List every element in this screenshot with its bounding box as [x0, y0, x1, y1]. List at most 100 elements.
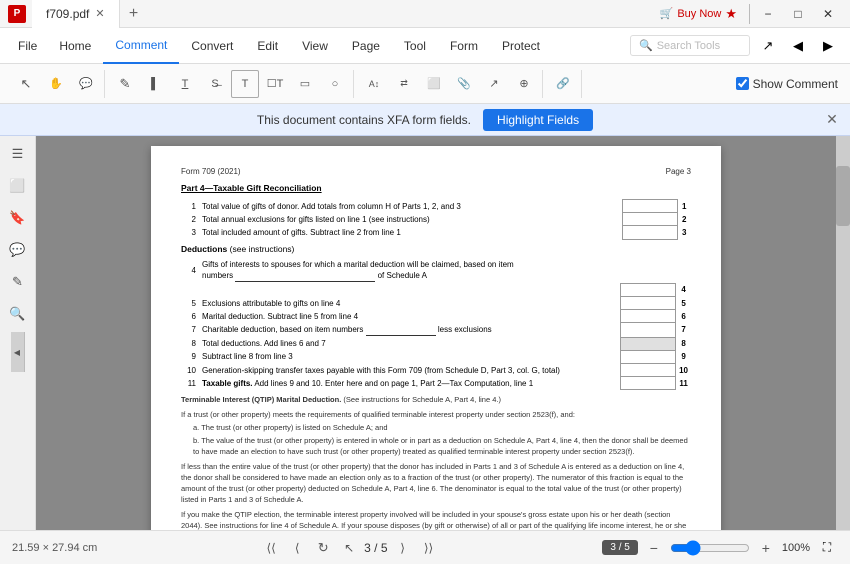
- cursor-icon[interactable]: ↖: [338, 537, 360, 559]
- menu-bar: File Home Comment Convert Edit View Page…: [0, 28, 850, 64]
- tab-f709[interactable]: f709.pdf ✕: [32, 0, 120, 28]
- fit-page-button[interactable]: ⛶: [816, 537, 838, 559]
- nav-back-icon[interactable]: ◀: [784, 32, 812, 60]
- table-row: 11 Taxable gifts. Add lines 9 and 10. En…: [181, 377, 691, 390]
- menu-edit[interactable]: Edit: [245, 28, 290, 64]
- strikethrough-icon[interactable]: S̶: [201, 70, 229, 98]
- table-row: 3 Total included amount of gifts. Subtra…: [181, 226, 691, 239]
- show-comment-label: Show Comment: [753, 77, 838, 91]
- minimize-button[interactable]: −: [754, 0, 782, 28]
- search-box[interactable]: 🔍 Search Tools: [630, 35, 750, 56]
- page-dimensions: 21.59 × 27.94 cm: [12, 542, 97, 554]
- shape-icon[interactable]: ○: [321, 70, 349, 98]
- part4-title: Part 4—Taxable Gift Reconciliation: [181, 183, 691, 195]
- right-scrollbar[interactable]: [836, 136, 850, 530]
- insert-text-icon[interactable]: A↕: [360, 70, 388, 98]
- table-row: 10 Generation-skipping transfer taxes pa…: [181, 364, 691, 377]
- notification-message: This document contains XFA form fields.: [257, 113, 471, 127]
- title-bar-left: P f709.pdf ✕ +: [8, 0, 148, 28]
- tab-close-icon[interactable]: ✕: [95, 7, 104, 20]
- first-page-button[interactable]: ⟨⟨: [260, 537, 282, 559]
- highlight-icon[interactable]: ▌: [141, 70, 169, 98]
- app-icon: P: [8, 5, 26, 23]
- highlight-fields-button[interactable]: Highlight Fields: [483, 109, 593, 131]
- text-icon[interactable]: T: [231, 70, 259, 98]
- menu-comment[interactable]: Comment: [103, 28, 179, 64]
- table-row: 1 Total value of gifts of donor. Add tot…: [181, 200, 691, 213]
- toolbar-group-draw: ✎ ▌ T S̶ T ☐T ▭ ○: [107, 70, 354, 98]
- deductions-table: 4 Gifts of interests to spouses for whic…: [181, 258, 691, 391]
- page-number: Page 3: [666, 166, 691, 177]
- status-bar: 21.59 × 27.94 cm ⟨⟨ ⟨ ↻ ↖ 3 / 5 ⟩ ⟩⟩ 3 /…: [0, 530, 850, 564]
- title-bar: P f709.pdf ✕ + 🛒 Buy Now ★ − □ ✕: [0, 0, 850, 28]
- table-row: 9 Subtract line 8 from line 3 9: [181, 350, 691, 363]
- menu-convert[interactable]: Convert: [179, 28, 245, 64]
- title-separator: [749, 4, 750, 24]
- zoom-out-button[interactable]: −: [644, 538, 664, 558]
- document-area: Form 709 (2021) Page 3 Part 4—Taxable Gi…: [36, 136, 836, 530]
- zoom-slider[interactable]: [670, 540, 750, 556]
- file-attachment-icon[interactable]: 📎: [450, 70, 478, 98]
- cursor-tool-button[interactable]: ↖: [12, 70, 40, 98]
- measure-icon[interactable]: ⊕: [510, 70, 538, 98]
- textbox-icon[interactable]: ☐T: [261, 70, 289, 98]
- prev-page-button[interactable]: ⟨: [286, 537, 308, 559]
- notification-close-button[interactable]: ✕: [822, 110, 842, 130]
- toolbar-group-misc: 🔗: [545, 70, 582, 98]
- page-container: Form 709 (2021) Page 3 Part 4—Taxable Gi…: [151, 146, 721, 530]
- table-row: 6 Marital deduction. Subtract line 5 fro…: [181, 310, 691, 323]
- menu-tool[interactable]: Tool: [392, 28, 438, 64]
- menu-file[interactable]: File: [8, 28, 47, 64]
- sidebar-attachment-icon[interactable]: ✎: [4, 268, 32, 296]
- menu-page[interactable]: Page: [340, 28, 392, 64]
- buy-now-area: 🛒 Buy Now ★: [660, 6, 737, 22]
- page-navigation: ⟨⟨ ⟨ ↻ ↖ 3 / 5 ⟩ ⟩⟩: [105, 537, 594, 559]
- main-table: 1 Total value of gifts of donor. Add tot…: [181, 199, 691, 240]
- sidebar-menu-icon[interactable]: ☰: [4, 140, 32, 168]
- sidebar-page-thumbnail-icon[interactable]: ⬜: [4, 172, 32, 200]
- nav-forward-icon[interactable]: ▶: [814, 32, 842, 60]
- pencil-icon[interactable]: ✎: [111, 70, 139, 98]
- menu-right-icons: ↗ ◀ ▶: [754, 32, 842, 60]
- show-comment-checkbox[interactable]: [736, 77, 749, 90]
- sidebar-comment-icon[interactable]: 💬: [4, 236, 32, 264]
- next-page-button[interactable]: ⟩: [392, 537, 414, 559]
- menu-home[interactable]: Home: [47, 28, 103, 64]
- zoom-in-button[interactable]: +: [756, 538, 776, 558]
- tab-label: f709.pdf: [46, 7, 89, 21]
- last-page-button[interactable]: ⟩⟩: [418, 537, 440, 559]
- table-row: 4 Gifts of interests to spouses for whic…: [181, 258, 691, 284]
- search-icon: 🔍: [639, 39, 653, 52]
- sidebar-collapse-button[interactable]: ◀: [11, 332, 25, 372]
- replace-icon[interactable]: ⇄: [390, 70, 418, 98]
- scroll-thumb[interactable]: [836, 166, 850, 226]
- menu-form[interactable]: Form: [438, 28, 490, 64]
- buy-now-label[interactable]: Buy Now: [677, 8, 721, 20]
- show-comment-area: Show Comment: [736, 77, 842, 91]
- menu-protect[interactable]: Protect: [490, 28, 552, 64]
- toolbar: ↖ ✋ 💬 ✎ ▌ T S̶ T ☐T ▭ ○ A↕ ⇄ ⬜ 📎 ↗ ⊕ 🔗 S…: [0, 64, 850, 104]
- table-row: 4: [181, 283, 691, 296]
- deductions-label: Deductions (see instructions): [181, 244, 691, 256]
- comment-tool-button[interactable]: 💬: [72, 70, 100, 98]
- table-row: 2 Total annual exclusions for gifts list…: [181, 213, 691, 226]
- rotate-icon[interactable]: ↻: [312, 537, 334, 559]
- pan-tool-button[interactable]: ✋: [42, 70, 70, 98]
- left-sidebar: ☰ ⬜ 🔖 💬 ✎ 🔍 ◀: [0, 136, 36, 530]
- callout-icon[interactable]: ▭: [291, 70, 319, 98]
- sidebar-bookmark-icon[interactable]: 🔖: [4, 204, 32, 232]
- stamp-icon[interactable]: ⬜: [420, 70, 448, 98]
- menu-view[interactable]: View: [290, 28, 340, 64]
- underline-icon[interactable]: T: [171, 70, 199, 98]
- arrow-icon[interactable]: ↗: [480, 70, 508, 98]
- add-tab-button[interactable]: +: [120, 0, 148, 28]
- form-name: Form 709 (2021): [181, 166, 241, 177]
- maximize-button[interactable]: □: [784, 0, 812, 28]
- table-row: 7 Charitable deduction, based on item nu…: [181, 323, 691, 337]
- sidebar-search-icon[interactable]: 🔍: [4, 300, 32, 328]
- share-icon[interactable]: ↗: [754, 32, 782, 60]
- table-row: 8 Total deductions. Add lines 6 and 7 8: [181, 337, 691, 350]
- close-button[interactable]: ✕: [814, 0, 842, 28]
- table-row: 5 Exclusions attributable to gifts on li…: [181, 297, 691, 310]
- link-icon[interactable]: 🔗: [549, 70, 577, 98]
